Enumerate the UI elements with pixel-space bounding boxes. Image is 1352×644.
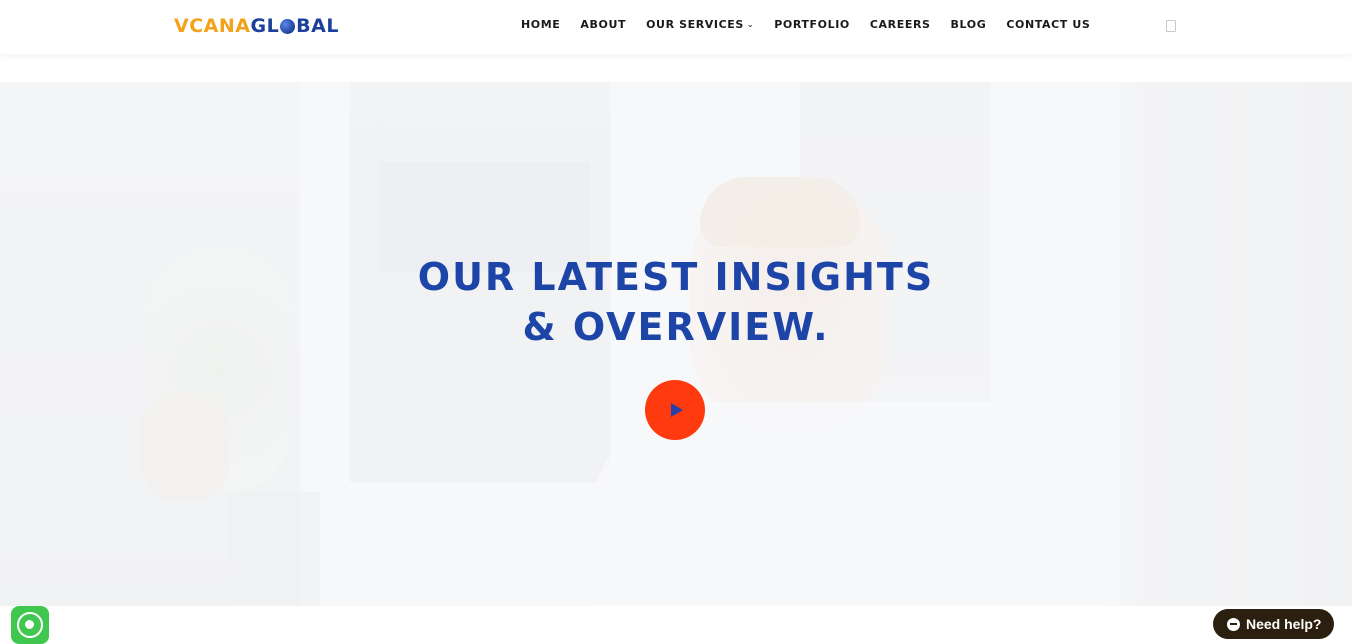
logo-text-part2b: BAL bbox=[296, 15, 339, 37]
nav-our-services-label: OUR SERVICES bbox=[646, 18, 744, 31]
need-help-label: Need help? bbox=[1246, 616, 1322, 632]
site-logo[interactable]: VCANA GL BAL bbox=[174, 14, 339, 38]
nav-home[interactable]: HOME bbox=[521, 18, 560, 32]
site-header: VCANA GL BAL HOME ABOUT OUR SERVICES ⌄ P… bbox=[0, 0, 1352, 54]
hero-title-line2: & OVERVIEW. bbox=[522, 305, 830, 349]
nav-contact-us-label: CONTACT US bbox=[1006, 18, 1091, 31]
whatsapp-icon bbox=[17, 612, 43, 638]
nav-home-label: HOME bbox=[521, 18, 561, 31]
nav-our-services[interactable]: OUR SERVICES ⌄ bbox=[646, 18, 754, 32]
nav-about-label: ABOUT bbox=[580, 18, 627, 31]
whatsapp-button[interactable] bbox=[11, 606, 49, 644]
search-icon[interactable] bbox=[1166, 20, 1176, 32]
nav-blog-label: BLOG bbox=[950, 18, 987, 31]
chat-icon bbox=[1227, 617, 1240, 631]
nav-portfolio-label: PORTFOLIO bbox=[774, 18, 850, 31]
nav-portfolio[interactable]: PORTFOLIO bbox=[774, 18, 850, 32]
hero-section: OUR LATEST INSIGHTS & OVERVIEW. bbox=[0, 82, 1352, 606]
hero-title: OUR LATEST INSIGHTS & OVERVIEW. bbox=[376, 252, 976, 352]
play-video-button[interactable] bbox=[645, 380, 705, 440]
nav-blog[interactable]: BLOG bbox=[951, 18, 987, 32]
logo-text-part1: VCANA bbox=[174, 15, 251, 37]
nav-contact-us[interactable]: CONTACT US bbox=[1006, 18, 1090, 32]
nav-careers[interactable]: CAREERS bbox=[870, 18, 931, 32]
nav-about[interactable]: ABOUT bbox=[580, 18, 626, 32]
main-nav: HOME ABOUT OUR SERVICES ⌄ PORTFOLIO CARE… bbox=[521, 18, 1110, 32]
play-icon bbox=[670, 403, 683, 417]
logo-text-part2a: GL bbox=[250, 15, 280, 37]
need-help-button[interactable]: Need help? bbox=[1213, 609, 1334, 639]
nav-careers-label: CAREERS bbox=[869, 18, 931, 31]
hero-title-line1: OUR LATEST INSIGHTS bbox=[417, 255, 935, 299]
globe-icon bbox=[280, 18, 296, 34]
chevron-down-icon: ⌄ bbox=[746, 20, 755, 29]
